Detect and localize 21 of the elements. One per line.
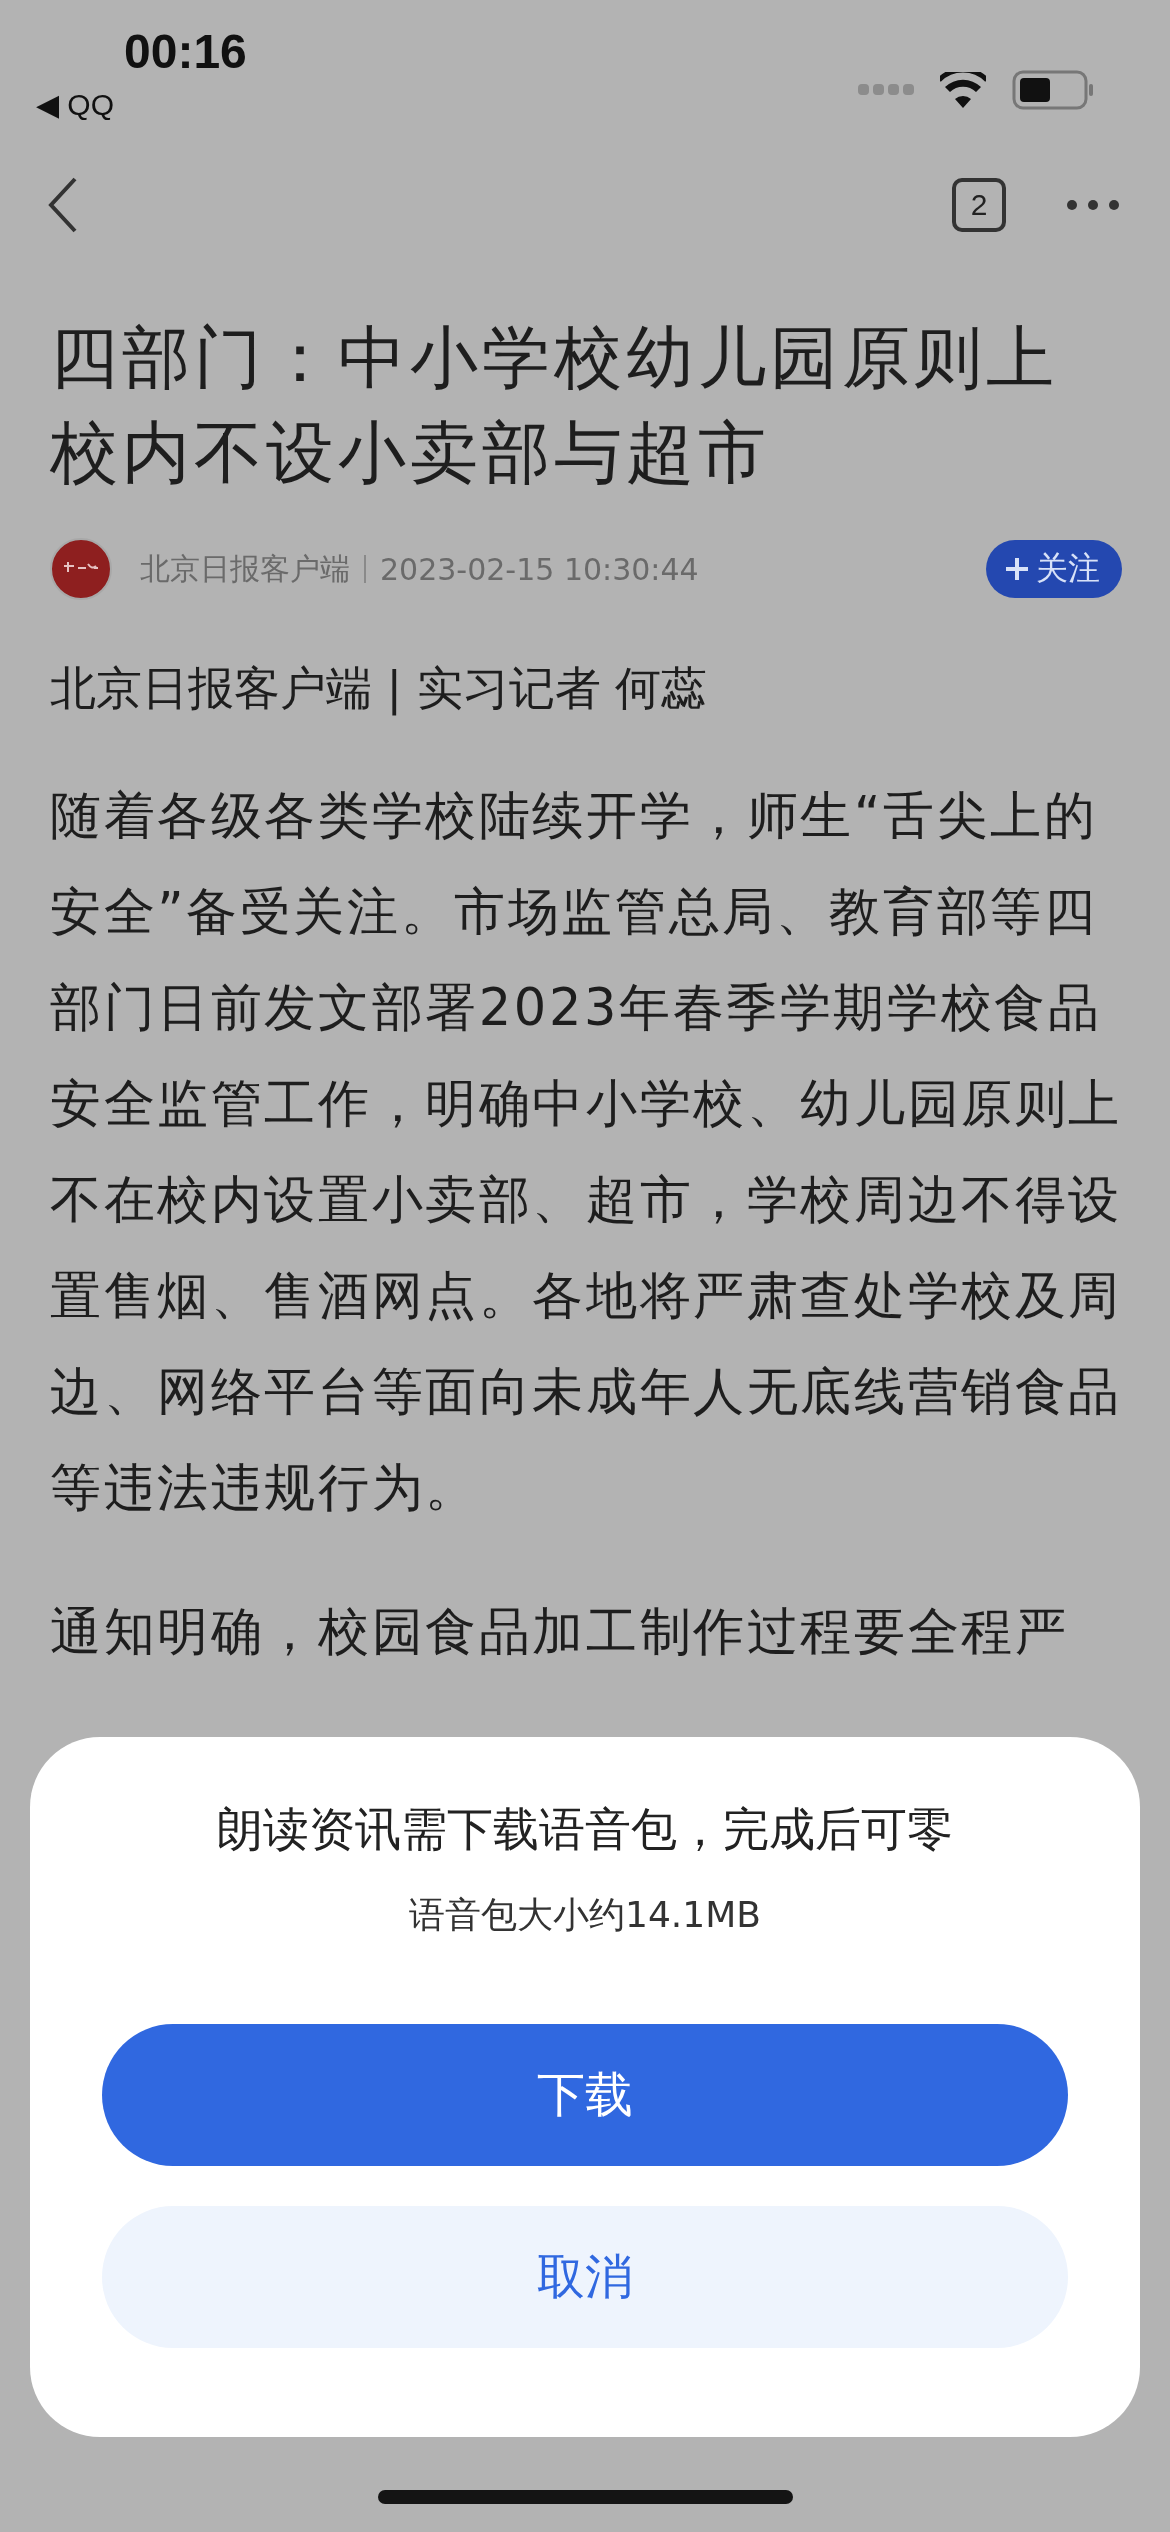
article-paragraph: 通知明确，校园食品加工制作过程要全程严 xyxy=(50,1601,1070,1663)
publish-date: 2023-02-15 10:30:44 xyxy=(380,551,699,587)
article-title: 四部门：中小学校幼儿园原则上校内不设小卖部与超市 xyxy=(50,317,1059,494)
sheet-title: 朗读资讯需下载语音包，完成后可零 xyxy=(217,1801,953,1858)
battery-icon xyxy=(1012,70,1094,110)
cancel-button[interactable]: 取消 xyxy=(102,2206,1068,2348)
status-time: 00:16 xyxy=(124,24,247,79)
plus-icon xyxy=(1004,556,1030,582)
back-to-app-link[interactable]: ◀ QQ xyxy=(36,87,114,122)
tab-count-button[interactable]: 2 xyxy=(952,178,1006,232)
byline: 北京日报客户端 | 实习记者 何蕊 xyxy=(50,660,709,718)
follow-button[interactable]: 关注 xyxy=(986,540,1122,598)
source-name: 北京日报客户端 xyxy=(140,549,350,588)
article-paragraph: 随着各级各类学校陆续开学，师生“舌尖上的安全”备受关注。市场监管总局、教育部等四部门日前发文部署2023年春季学期学校食品安全监管工作，明确中小学校、幼儿园原则上不在校内设置小卖部、超市，学校周边不得设置售烟、售酒网点。各地将严肃查处学校及周边、网络平台等面向未成年人无底线营销食品等违法违规行为。 xyxy=(50,785,1122,1519)
wifi-icon xyxy=(940,72,986,108)
download-button[interactable]: 下载 xyxy=(102,2024,1068,2166)
signal-icon xyxy=(858,83,914,97)
more-icon[interactable] xyxy=(1066,199,1120,211)
sheet-subtitle: 语音包大小约14.1MB xyxy=(409,1893,761,1937)
source-logo-icon xyxy=(50,538,112,600)
back-icon[interactable] xyxy=(48,177,78,233)
